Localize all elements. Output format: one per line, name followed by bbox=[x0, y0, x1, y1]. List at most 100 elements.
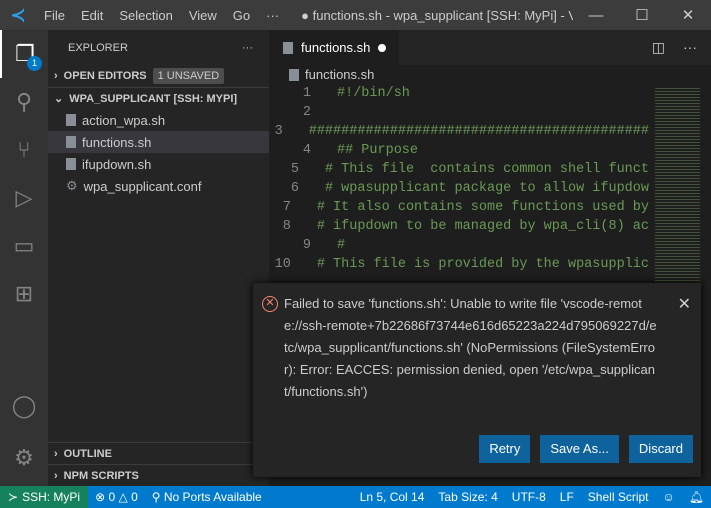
code-line[interactable]: 9 # bbox=[269, 238, 649, 257]
chevron-right-icon: › bbox=[54, 70, 58, 82]
extensions-icon[interactable]: ⊞ bbox=[0, 270, 48, 318]
code-line[interactable]: 10 # This file is provided by the wpasupp… bbox=[269, 257, 649, 276]
chevron-right-icon: › bbox=[54, 470, 58, 482]
menu-go[interactable]: Go bbox=[225, 8, 258, 23]
file-functions[interactable]: functions.sh bbox=[48, 131, 269, 153]
close-window-button[interactable]: ✕ bbox=[665, 6, 711, 24]
line-number: 10 bbox=[274, 257, 291, 272]
save-as-button[interactable]: Save As... bbox=[540, 435, 619, 463]
line-text: ## Purpose bbox=[337, 143, 419, 158]
vscode-logo-icon: ≺ bbox=[10, 4, 26, 25]
code-line[interactable]: 2 bbox=[269, 105, 649, 124]
remote-explorer-icon[interactable]: ▭ bbox=[0, 222, 48, 270]
npm-scripts-section[interactable]: › NPM SCRIPTS bbox=[48, 465, 269, 487]
file-label: wpa_supplicant.conf bbox=[83, 178, 202, 194]
file-label: functions.sh bbox=[82, 134, 152, 150]
code-editor[interactable]: 1 #!/bin/sh 2 3 ############################… bbox=[269, 86, 649, 276]
search-icon[interactable]: ⚲ bbox=[0, 78, 48, 126]
line-number: 4 bbox=[302, 143, 311, 158]
notifications-bell-icon[interactable]: 🔔︎ bbox=[682, 490, 711, 504]
minimap[interactable] bbox=[655, 86, 700, 286]
chevron-right-icon: › bbox=[54, 448, 58, 460]
file-icon bbox=[66, 158, 76, 170]
line-number: 2 bbox=[302, 105, 311, 120]
folder-label: WPA_SUPPLICANT [SSH: MYPI] bbox=[69, 92, 238, 105]
code-line[interactable]: 4 ## Purpose bbox=[269, 143, 649, 162]
unsaved-dot-icon[interactable] bbox=[378, 43, 387, 52]
code-line[interactable]: 3 #######################################… bbox=[269, 124, 649, 143]
menu-edit[interactable]: Edit bbox=[73, 8, 111, 23]
file-label: action_wpa.sh bbox=[82, 112, 166, 128]
outline-section[interactable]: › OUTLINE bbox=[48, 443, 269, 465]
code-line[interactable]: 8 # ifupdown to be managed by wpa_cli(8) … bbox=[269, 219, 649, 238]
retry-button[interactable]: Retry bbox=[479, 435, 531, 463]
warning-count: 0 bbox=[131, 490, 138, 504]
eol[interactable]: LF bbox=[553, 490, 581, 504]
line-text: # ifupdown to be managed by wpa_cli(8) a… bbox=[316, 219, 649, 234]
ports-indicator[interactable]: ⚲ No Ports Available bbox=[145, 490, 269, 504]
line-number: 8 bbox=[282, 219, 291, 234]
breadcrumb[interactable]: functions.sh bbox=[289, 67, 374, 82]
file-icon bbox=[66, 114, 76, 126]
remote-label: SSH: MyPi bbox=[22, 490, 81, 504]
code-line[interactable]: 5 # This file contains common shell funct bbox=[269, 162, 649, 181]
file-action-wpa[interactable]: action_wpa.sh bbox=[48, 109, 269, 131]
maximize-button[interactable]: ☐ bbox=[619, 6, 665, 24]
remote-indicator[interactable]: ≻ SSH: MyPi bbox=[0, 486, 89, 508]
folder-section[interactable]: ⌄ WPA_SUPPLICANT [SSH: MYPI] bbox=[48, 87, 269, 109]
menu-selection[interactable]: Selection bbox=[111, 8, 180, 23]
account-icon[interactable]: ◯ bbox=[0, 382, 48, 430]
line-text: #!/bin/sh bbox=[337, 86, 410, 101]
file-icon bbox=[289, 68, 299, 81]
code-line[interactable]: 6 # wpasupplicant package to allow ifupdo… bbox=[269, 181, 649, 200]
npm-scripts-label: NPM SCRIPTS bbox=[63, 470, 139, 482]
language-mode[interactable]: Shell Script bbox=[581, 490, 656, 504]
gear-file-icon: ⚙ bbox=[66, 178, 78, 193]
explorer-badge: 1 bbox=[27, 56, 42, 71]
line-text: # It also contains some functions used b… bbox=[316, 200, 649, 215]
menu-view[interactable]: View bbox=[181, 8, 225, 23]
breadcrumb-file[interactable]: functions.sh bbox=[305, 67, 374, 82]
line-number: 3 bbox=[274, 124, 283, 139]
tab-functions-sh[interactable]: functions.sh bbox=[269, 30, 399, 65]
split-editor-icon[interactable]: ◫ bbox=[652, 39, 665, 56]
minimize-button[interactable]: — bbox=[573, 7, 619, 24]
ports-label: No Ports Available bbox=[163, 490, 262, 504]
line-text: # This file contains common shell funct bbox=[324, 162, 649, 177]
error-icon: ✕ bbox=[262, 296, 278, 312]
run-debug-icon[interactable]: ▷ bbox=[0, 174, 48, 222]
explorer-icon[interactable]: ❐ 1 bbox=[0, 30, 48, 78]
tab-size[interactable]: Tab Size: 4 bbox=[431, 490, 504, 504]
title-bar: ≺ File Edit Selection View Go ··· ● func… bbox=[0, 0, 711, 30]
error-notification: ✕ Failed to save 'functions.sh': Unable … bbox=[253, 283, 701, 477]
more-actions-icon[interactable]: ··· bbox=[683, 39, 697, 56]
tab-label: functions.sh bbox=[301, 40, 371, 55]
problems-indicator[interactable]: ⊗ 0 △ 0 bbox=[88, 490, 145, 504]
line-number: 6 bbox=[290, 181, 299, 196]
close-notification-icon[interactable]: ✕ bbox=[678, 294, 691, 314]
menu-more[interactable]: ··· bbox=[258, 8, 287, 23]
discard-button[interactable]: Discard bbox=[628, 435, 693, 463]
error-count: 0 bbox=[108, 490, 116, 504]
settings-gear-icon[interactable]: ⚙ bbox=[0, 434, 48, 482]
tab-bar: functions.sh ◫ ··· bbox=[269, 30, 711, 65]
code-line[interactable]: 7 # It also contains some functions used … bbox=[269, 200, 649, 219]
file-ifupdown[interactable]: ifupdown.sh bbox=[48, 153, 269, 175]
line-number: 1 bbox=[302, 86, 311, 101]
source-control-icon[interactable]: ⑂ bbox=[0, 126, 48, 174]
menu-file[interactable]: File bbox=[36, 8, 73, 23]
status-bar: ≻ SSH: MyPi ⊗ 0 △ 0 ⚲ No Ports Available … bbox=[0, 486, 711, 508]
line-number: 9 bbox=[302, 238, 311, 253]
feedback-icon[interactable]: ☺ bbox=[656, 490, 682, 504]
explorer-sidebar: EXPLORER ··· › OPEN EDITORS 1 UNSAVED ⌄ WPA_… bbox=[48, 30, 269, 486]
line-text: ########################################… bbox=[308, 124, 649, 139]
file-icon bbox=[66, 136, 76, 148]
code-line[interactable]: 1 #!/bin/sh bbox=[269, 86, 649, 105]
file-wpa-conf[interactable]: ⚙ wpa_supplicant.conf bbox=[48, 175, 269, 197]
open-editors-section[interactable]: › OPEN EDITORS 1 UNSAVED bbox=[48, 65, 269, 87]
encoding[interactable]: UTF-8 bbox=[505, 490, 553, 504]
line-number: 5 bbox=[290, 162, 299, 177]
file-label: ifupdown.sh bbox=[82, 156, 152, 172]
cursor-position[interactable]: Ln 5, Col 14 bbox=[353, 490, 432, 504]
explorer-more-button[interactable]: ··· bbox=[242, 42, 253, 54]
